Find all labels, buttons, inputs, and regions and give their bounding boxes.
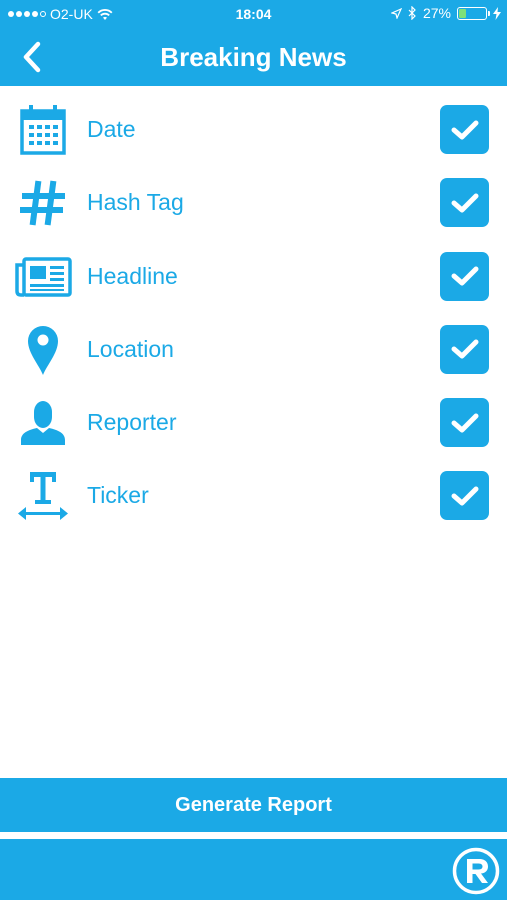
bluetooth-icon <box>408 6 416 20</box>
list-item-label: Hash Tag <box>87 189 184 216</box>
list-item-hash-tag: Hash Tag <box>0 167 507 240</box>
list-item-date: Date <box>0 94 507 167</box>
navigation-bar: Breaking News <box>0 28 507 86</box>
generate-report-button[interactable]: Generate Report <box>0 778 507 832</box>
checkmark-icon <box>451 193 478 213</box>
list-item-reporter: Reporter <box>0 387 507 460</box>
list-item-label: Reporter <box>87 409 177 436</box>
list-item-label: Ticker <box>87 482 149 509</box>
ticker-checkbox[interactable] <box>440 471 489 521</box>
calendar-icon <box>14 101 72 159</box>
charging-bolt-icon <box>493 6 501 20</box>
status-bar-right: 27% <box>390 5 501 21</box>
checkmark-icon <box>451 120 478 139</box>
checkmark-icon <box>451 413 478 433</box>
app-logo-icon[interactable] <box>452 847 500 895</box>
location-arrow-icon <box>390 7 402 19</box>
hashtag-icon <box>14 174 72 232</box>
hash-tag-checkbox[interactable] <box>440 178 489 228</box>
field-list: Date Hash Tag Headline Location Reporter… <box>0 94 507 534</box>
checkmark-icon <box>451 266 478 286</box>
person-icon <box>14 394 72 452</box>
list-item-ticker: Ticker <box>0 460 507 533</box>
list-item-label: Date <box>87 116 136 142</box>
reporter-checkbox[interactable] <box>440 398 489 448</box>
headline-checkbox[interactable] <box>440 251 489 301</box>
location-pin-icon <box>14 321 72 379</box>
footer-bar <box>0 839 507 900</box>
newspaper-icon <box>14 248 72 306</box>
ticker-text-icon <box>14 467 72 525</box>
list-item-label: Location <box>87 335 174 362</box>
checkmark-icon <box>451 486 478 506</box>
battery-level-fill <box>459 8 466 18</box>
page-title: Breaking News <box>160 42 347 72</box>
location-checkbox[interactable] <box>440 324 489 374</box>
list-item-location: Location <box>0 314 507 387</box>
battery-percent: 27% <box>422 5 451 21</box>
list-item-headline: Headline <box>0 241 507 314</box>
list-item-label: Headline <box>87 262 178 289</box>
status-bar: O2-UK 18:04 27% <box>0 0 507 28</box>
battery-icon <box>457 6 490 20</box>
date-checkbox[interactable] <box>440 105 489 154</box>
checkmark-icon <box>451 339 478 359</box>
